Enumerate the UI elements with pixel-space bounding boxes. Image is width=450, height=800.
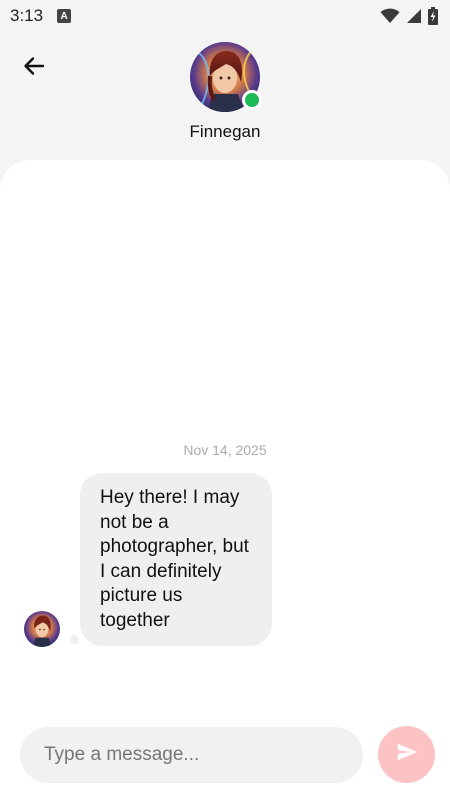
status-bar: 3:13 A	[0, 0, 450, 32]
wifi-icon	[380, 8, 400, 24]
status-time: 3:13	[10, 6, 44, 25]
message-composer	[0, 712, 450, 800]
back-button[interactable]	[16, 50, 52, 86]
contact-name[interactable]: Finnegan	[0, 122, 450, 142]
chat-panel: Nov 14, 2025 Hey there! I may not be a p…	[0, 160, 450, 800]
sender-avatar[interactable]	[24, 611, 60, 647]
chat-header: Finnegan	[0, 32, 450, 160]
status-right	[380, 7, 438, 25]
send-button[interactable]	[378, 726, 435, 783]
signal-icon	[406, 8, 422, 24]
bubble-tail	[70, 635, 79, 644]
online-status-dot	[242, 90, 262, 110]
contact-avatar[interactable]	[190, 42, 262, 112]
app-notification-icon: A	[57, 9, 72, 23]
message-bubble[interactable]: Hey there! I may not be a photographer, …	[80, 473, 272, 646]
message-row: Hey there! I may not be a photographer, …	[24, 473, 444, 653]
status-left: 3:13 A	[10, 6, 72, 26]
send-icon	[396, 741, 418, 768]
battery-charging-icon	[428, 7, 438, 25]
date-divider: Nov 14, 2025	[183, 442, 267, 458]
arrow-left-icon	[22, 54, 46, 83]
message-input[interactable]	[20, 727, 363, 783]
